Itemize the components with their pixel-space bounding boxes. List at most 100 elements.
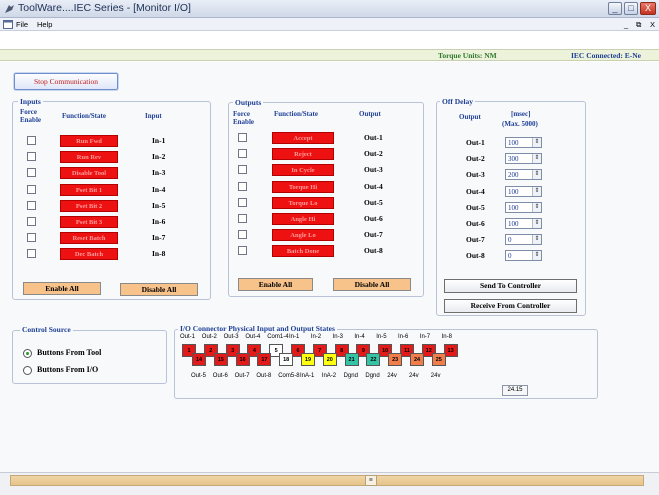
connector-top-label: Out-2 <box>201 334 217 340</box>
connector-bottom-label: Dgnd <box>343 373 358 379</box>
delay-value[interactable]: 0 <box>508 235 512 245</box>
output-force-checkbox[interactable] <box>238 149 247 159</box>
connector-bottom-label: InA-2 <box>321 373 337 379</box>
mdi-close-button[interactable]: X <box>650 20 655 29</box>
voltage-readout: 24.15 <box>502 385 528 396</box>
connector-bottom-label: InA-1 <box>300 373 315 379</box>
delay-spinbox[interactable]: 200 ⇕ <box>505 169 542 181</box>
input-force-checkbox[interactable] <box>27 249 36 259</box>
delay-output-label: Out-5 <box>466 202 485 212</box>
connector-pin: 23 <box>388 353 403 366</box>
delay-spinbox[interactable]: 100 ⇕ <box>505 185 542 197</box>
delay-spinbox[interactable]: 100 ⇕ <box>505 201 542 213</box>
input-label: In-5 <box>152 200 166 210</box>
mdi-minimize-button[interactable]: _ <box>624 20 628 29</box>
minimize-button[interactable]: _ <box>608 2 622 15</box>
delay-value[interactable]: 100 <box>508 138 519 148</box>
output-label: Out-3 <box>364 165 383 175</box>
radio-buttons-from-io[interactable] <box>23 366 32 375</box>
connector-pin: 18 <box>279 353 294 366</box>
spin-arrows-icon[interactable]: ⇕ <box>532 154 541 164</box>
outputs-io-header: Output <box>359 110 381 118</box>
delay-spinbox[interactable]: 100 ⇕ <box>505 218 542 229</box>
output-label: Out-5 <box>364 197 383 207</box>
connector-pin: 21 <box>344 353 359 366</box>
inputs-disable-all-button[interactable]: Disable All <box>120 283 198 296</box>
output-function-state[interactable]: Batch Done <box>272 245 334 258</box>
output-force-checkbox[interactable] <box>238 246 247 256</box>
output-force-checkbox[interactable] <box>238 230 247 240</box>
input-force-checkbox[interactable] <box>27 168 36 178</box>
input-force-checkbox[interactable] <box>27 233 36 243</box>
stop-communication-button[interactable]: Stop Communication <box>14 73 118 90</box>
control-source-group <box>12 330 167 384</box>
delay-value[interactable]: 100 <box>508 219 519 229</box>
delay-spinbox[interactable]: 300 ⇕ <box>505 153 542 165</box>
delay-value[interactable]: 0 <box>508 251 512 261</box>
input-function-state[interactable]: Pset Bit 2 <box>60 199 118 212</box>
send-to-controller-button[interactable]: Send To Controller <box>444 279 577 293</box>
mdi-restore-button[interactable]: ⧉ <box>636 20 641 30</box>
maximize-button[interactable]: □ <box>624 2 638 15</box>
inputs-group-title: Inputs <box>18 97 43 106</box>
output-force-checkbox[interactable] <box>238 133 247 142</box>
off-delay-output-header: Output <box>459 113 481 121</box>
output-function-state[interactable]: Reject <box>272 148 334 161</box>
torque-units: Torque Units: NM <box>438 51 497 60</box>
spin-arrows-icon[interactable]: ⇕ <box>532 170 541 180</box>
spin-arrows-icon[interactable]: ⇕ <box>532 138 541 147</box>
input-label: In-2 <box>152 152 166 162</box>
input-force-checkbox[interactable] <box>27 136 36 145</box>
delay-value[interactable]: 100 <box>508 203 519 213</box>
output-force-checkbox[interactable] <box>238 181 247 191</box>
spin-arrows-icon[interactable]: ⇕ <box>532 235 541 245</box>
delay-value[interactable]: 300 <box>508 154 519 164</box>
delay-output-label: Out-8 <box>466 251 485 261</box>
output-force-checkbox[interactable] <box>238 214 247 223</box>
delay-spinbox[interactable]: 100 ⇕ <box>505 137 542 148</box>
input-function-state[interactable]: Run Fwd <box>60 135 118 147</box>
delay-spinbox[interactable]: 0 ⇕ <box>505 250 542 262</box>
output-force-checkbox[interactable] <box>238 197 247 207</box>
output-label: Out-1 <box>364 133 383 142</box>
input-function-state[interactable]: Reset Batch <box>60 232 118 245</box>
scroll-thumb[interactable]: ≡ <box>365 475 377 486</box>
output-force-checkbox[interactable] <box>238 165 247 175</box>
off-delay-max-header: (Max. 5000) <box>502 120 538 128</box>
outputs-enable-all-button[interactable]: Enable All <box>238 278 313 291</box>
close-button[interactable]: X <box>640 2 656 15</box>
input-function-state[interactable]: Disable Tool <box>60 167 118 180</box>
input-force-checkbox[interactable] <box>27 184 36 194</box>
input-force-checkbox[interactable] <box>27 200 36 210</box>
spin-arrows-icon[interactable]: ⇕ <box>532 251 541 261</box>
output-label: Out-2 <box>364 149 383 159</box>
input-force-checkbox[interactable] <box>27 217 36 226</box>
input-function-state[interactable]: Dec Batch <box>60 248 118 261</box>
menu-help[interactable]: Help <box>37 20 52 29</box>
spin-arrows-icon[interactable]: ⇕ <box>532 186 541 196</box>
horizontal-scrollbar[interactable]: ≡ <box>10 475 644 486</box>
input-function-state[interactable]: Run Rev <box>60 151 118 164</box>
spin-arrows-icon[interactable]: ⇕ <box>532 219 541 228</box>
connector-pin: 15 <box>213 353 228 366</box>
output-function-state[interactable]: Angle Hi <box>272 213 334 225</box>
connector-top-label: In-2 <box>310 334 322 340</box>
delay-spinbox[interactable]: 0 ⇕ <box>505 234 542 246</box>
radio-buttons-from-tool[interactable] <box>23 349 32 358</box>
outputs-disable-all-button[interactable]: Disable All <box>333 278 411 291</box>
input-function-state[interactable]: Pset Bit 1 <box>60 183 118 196</box>
output-function-state[interactable]: Torque Lo <box>272 196 334 209</box>
inputs-enable-all-button[interactable]: Enable All <box>23 282 101 295</box>
delay-value[interactable]: 100 <box>508 187 519 197</box>
delay-value[interactable]: 200 <box>508 170 519 180</box>
menu-file[interactable]: File <box>16 20 28 29</box>
input-function-state[interactable]: Pset Bit 3 <box>60 216 118 228</box>
output-function-state[interactable]: Torque Hi <box>272 180 334 193</box>
input-force-checkbox[interactable] <box>27 152 36 162</box>
output-label: Out-8 <box>364 246 383 256</box>
receive-from-controller-button[interactable]: Receive From Controller <box>444 299 577 313</box>
spin-arrows-icon[interactable]: ⇕ <box>532 202 541 212</box>
output-function-state[interactable]: In Cycle <box>272 164 334 177</box>
output-function-state[interactable]: Accept <box>272 132 334 144</box>
output-function-state[interactable]: Angle Lo <box>272 229 334 242</box>
